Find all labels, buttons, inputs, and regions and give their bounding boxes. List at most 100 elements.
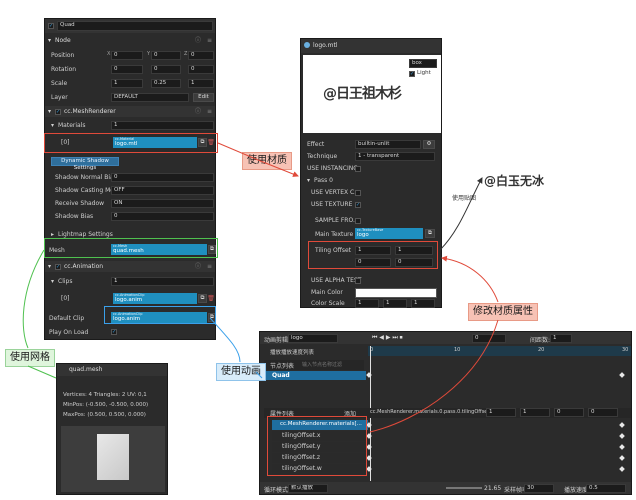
menu-icon[interactable]: ≡ <box>207 261 212 272</box>
position-x[interactable]: 0 <box>111 51 143 60</box>
rotation-label: Rotation <box>51 66 77 73</box>
material-header: logo.mtl <box>301 39 441 53</box>
mesh-preview-viewport[interactable] <box>61 426 165 492</box>
frame-input[interactable]: 0 <box>472 334 506 343</box>
mesh-renderer-header[interactable]: ▾ ✓ cc.MeshRenderer ⓘ ≡ <box>45 106 215 117</box>
keyframe[interactable] <box>619 466 625 472</box>
scale-y[interactable]: 0.25 <box>151 79 181 88</box>
effect-row: Effect builtin-unlit ⚙ <box>301 139 441 150</box>
receive-shadow-select[interactable]: ON <box>111 199 214 208</box>
rotation-row: Rotation 0 0 0 <box>45 64 215 75</box>
menu-icon[interactable]: ≡ <box>207 35 212 46</box>
time-slider[interactable] <box>446 487 482 489</box>
sample-from-checkbox[interactable] <box>355 218 361 224</box>
use-vertex-checkbox[interactable] <box>355 190 361 196</box>
props-highlight <box>267 416 367 476</box>
tick-30: 30 <box>622 347 629 353</box>
rotation-x[interactable]: 0 <box>111 65 143 74</box>
speed-input[interactable]: 0.5 <box>586 484 626 493</box>
material-preview[interactable]: @日王祖木杉 box ✓ Light <box>303 55 441 133</box>
layer-select[interactable]: DEFAULT <box>111 93 189 102</box>
node-section[interactable]: ▾ Node ⓘ ≡ <box>45 35 215 46</box>
node-name-input[interactable]: Quad <box>57 21 213 31</box>
color-scale-x[interactable]: 1 <box>355 299 379 308</box>
preview-shape-select[interactable]: box <box>409 59 437 68</box>
node-search[interactable]: 输入节点名称过滤 <box>302 361 342 368</box>
clip-select[interactable]: logo <box>288 334 338 343</box>
scale-z[interactable]: 1 <box>188 79 214 88</box>
keyframe[interactable] <box>619 455 625 461</box>
node-list-header: 节点列表 输入节点名称过滤 <box>264 360 364 370</box>
animation-header[interactable]: ▾ ✓ cc.Animation ⓘ ≡ <box>45 261 215 272</box>
use-mesh-annotation: 使用网格 <box>5 349 55 367</box>
wrap-mode-label: 循环模式 <box>264 487 289 494</box>
locate-icon[interactable]: ⧉ <box>425 229 435 238</box>
position-y[interactable]: 0 <box>151 51 181 60</box>
clip-asset-field[interactable]: cc.AnimationClip logo.anim <box>113 293 197 304</box>
receive-shadow-label: Receive Shadow <box>55 200 105 207</box>
rotation-y[interactable]: 0 <box>151 65 181 74</box>
menu-icon[interactable]: ≡ <box>207 106 212 117</box>
sample-from-label: SAMPLE FRO... <box>315 217 359 224</box>
use-texture-checkbox[interactable]: ✓ <box>355 202 361 208</box>
main-texture-asset-field[interactable]: cc.TextureBase logo <box>355 228 423 239</box>
scale-x[interactable]: 1 <box>111 79 143 88</box>
node-list-item[interactable]: Quad <box>264 371 366 380</box>
pass-row[interactable]: ▾ Pass 0 <box>301 175 441 186</box>
transport-controls[interactable]: ⏮ ◀ ▶ ⏭ ⏹ <box>372 334 403 342</box>
keyframe[interactable] <box>619 433 625 439</box>
use-instancing-checkbox[interactable] <box>355 166 361 172</box>
prop-value-x[interactable]: 1 <box>486 408 516 417</box>
animation-toolbar: 动画剪辑 logo ⏮ ◀ ▶ ⏭ ⏹ 0 间距数: 1 <box>260 332 631 344</box>
shadow-bias-input[interactable]: 0 <box>111 212 214 221</box>
locate-icon[interactable]: ⧉ <box>198 294 207 303</box>
help-icon[interactable]: ⓘ <box>195 261 201 272</box>
layer-edit-button[interactable]: Edit <box>193 93 214 102</box>
effect-select[interactable]: builtin-unlit <box>355 140 421 149</box>
shadow-casting-select[interactable]: OFF <box>111 186 214 195</box>
sample-from-row: SAMPLE FRO... <box>301 215 441 226</box>
help-icon[interactable]: ⓘ <box>195 106 201 117</box>
animation-footer: 循环模式 默认播放 21.65 采样帧率: 30 播放速度: 0.5 <box>260 482 631 494</box>
color-scale-label: Color Scale <box>311 300 345 307</box>
materials-count[interactable]: 1 <box>111 121 214 130</box>
node-active-checkbox[interactable]: ✓ <box>48 23 54 29</box>
shadow-bias-row: Shadow Bias 0 <box>45 211 215 222</box>
keyframe[interactable] <box>619 422 625 428</box>
mesh-info-3: MaxPos: (0.500, 0.500, 0.000) <box>63 412 146 418</box>
color-scale-row: Color Scale 1 1 1 <box>301 298 441 309</box>
animation-enabled-checkbox[interactable]: ✓ <box>55 264 61 270</box>
prop-value-y[interactable]: 1 <box>520 408 550 417</box>
help-icon[interactable]: ⓘ <box>195 35 201 46</box>
play-on-load-checkbox[interactable]: ✓ <box>111 329 117 335</box>
spacing-input[interactable]: 1 <box>550 334 572 343</box>
prop-value-z[interactable]: 0 <box>554 408 584 417</box>
trash-icon[interactable]: 🗑 <box>207 294 215 303</box>
rotation-z[interactable]: 0 <box>188 65 214 74</box>
prop-value-w[interactable]: 0 <box>588 408 618 417</box>
keyframe[interactable] <box>619 372 625 378</box>
settings-gear-icon[interactable]: ⚙ <box>423 140 435 149</box>
keyframe[interactable] <box>619 444 625 450</box>
asset-type-tag: cc.AnimationClip <box>115 293 145 297</box>
wrap-mode-select[interactable]: 默认播放 <box>288 484 328 493</box>
mesh-renderer-enabled-checkbox[interactable]: ✓ <box>55 109 61 115</box>
technique-select[interactable]: 1 - transparent <box>355 152 435 161</box>
dynamic-shadow-button[interactable]: Dynamic Shadow Settings <box>51 157 119 171</box>
y-axis-label: Y <box>147 51 151 57</box>
mesh-info-2: MinPos: (-0.500, -0.500, 0.000) <box>63 402 149 408</box>
preview-logo-text: @日王祖木杉 <box>323 86 402 102</box>
color-scale-y[interactable]: 1 <box>383 299 407 308</box>
shadow-normal-bias-input[interactable]: 0 <box>111 173 214 182</box>
light-checkbox[interactable]: ✓ <box>409 71 415 77</box>
sample-input[interactable]: 30 <box>524 484 554 493</box>
color-scale-z[interactable]: 1 <box>411 299 435 308</box>
timeline-ruler[interactable]: 0 10 20 30 <box>368 346 631 356</box>
position-z[interactable]: 0 <box>188 51 214 60</box>
chevron-down-icon: ▾ <box>307 177 311 184</box>
use-alpha-test-checkbox[interactable] <box>355 278 361 284</box>
clips-count[interactable]: 1 <box>111 277 214 286</box>
main-color-swatch[interactable] <box>355 288 437 298</box>
time-value: 21.65 <box>484 485 502 492</box>
chevron-down-icon: ▾ <box>48 263 52 270</box>
